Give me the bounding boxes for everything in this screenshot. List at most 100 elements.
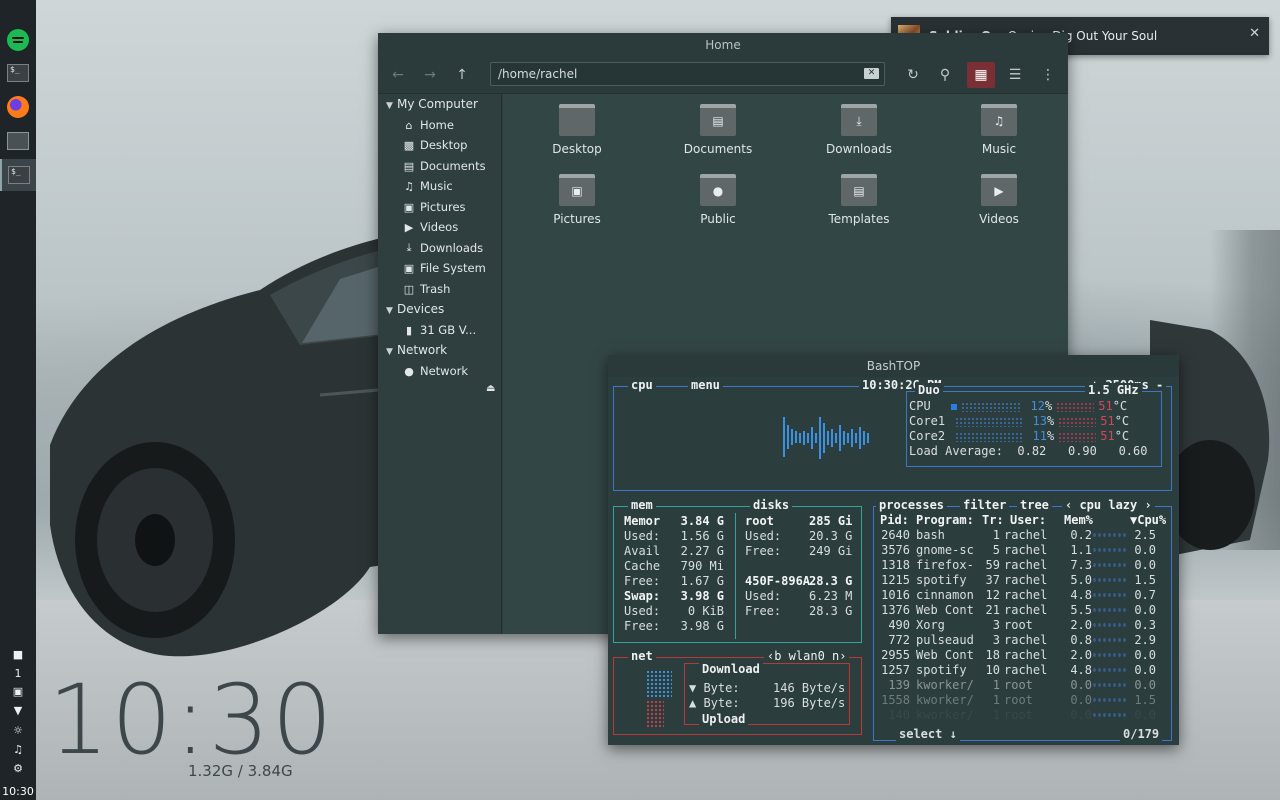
folder-documents[interactable]: ▤ Documents <box>668 104 768 156</box>
sort-selector[interactable]: ‹ cpu lazy › <box>1062 498 1155 512</box>
process-row[interactable]: 139 kworker/1 root 0.0 0.0 <box>880 678 1156 693</box>
sidebar-section-devices[interactable]: ▼ Devices <box>386 302 444 316</box>
process-row[interactable]: 3576 gnome-sc 5 rachel 1.1 0.0 <box>880 543 1156 558</box>
download-icon: ⤓ <box>406 241 412 254</box>
compact-view-button[interactable]: ⋮ <box>1034 62 1062 88</box>
folder-desktop[interactable]: Desktop <box>527 104 627 156</box>
terminal-launcher-active[interactable]: $_ <box>0 159 36 191</box>
screenshot-icon[interactable]: ▣ <box>0 685 36 698</box>
music-icon: ♫ <box>404 179 414 193</box>
upload-graph <box>646 700 664 728</box>
cpu-row-core2: Core2 11% 51°C <box>909 429 1130 443</box>
folder-documents-icon: ▤ <box>700 104 736 136</box>
sidebar-item-file-system[interactable]: ▣ File System <box>402 261 486 275</box>
process-row[interactable]: 490 Xorg 3 root 2.0 0.3 <box>880 618 1156 633</box>
sidebar-item-network[interactable]: ● Network <box>402 364 468 378</box>
menu-button[interactable]: menu <box>688 378 723 392</box>
process-table-header: Pid: Program: Tr: User: Mem% ▼Cpu% <box>880 513 1167 527</box>
folder-public[interactable]: ● Public <box>668 174 768 226</box>
sidebar-item-music[interactable]: ♫ Music <box>402 179 453 193</box>
spotify-icon <box>7 29 29 51</box>
download-rate: ▼ Byte: 146 Byte/s <box>689 681 846 695</box>
video-icon: ▶ <box>404 220 414 234</box>
toggle-location-button[interactable]: ↻ <box>899 62 927 88</box>
process-row[interactable]: 772 pulseaud 3 rachel 0.8 2.9 <box>880 633 1156 648</box>
folder-music[interactable]: ♫ Music <box>949 104 1049 156</box>
folder-downloads[interactable]: ⤓ Downloads <box>809 104 909 156</box>
close-icon[interactable]: ✕ <box>1249 26 1260 41</box>
process-row[interactable]: 1558 kworker/1 root 0.0 1.5 <box>880 693 1156 708</box>
folder-templates[interactable]: ▤ Templates <box>809 174 909 226</box>
drive-icon: ▣ <box>403 261 415 275</box>
music-icon[interactable]: ♫ <box>0 743 36 756</box>
icon-view-button[interactable]: ▦ <box>967 62 995 88</box>
sidebar-item-trash[interactable]: ◫ Trash <box>402 282 451 296</box>
sidebar-item-downloads[interactable]: ⤓ Downloads <box>402 241 484 255</box>
brightness-icon[interactable]: ☼ <box>0 724 36 737</box>
chevron-down-icon: ▼ <box>386 306 393 316</box>
sidebar-item-desktop[interactable]: ▩ Desktop <box>402 138 468 152</box>
home-icon: ⌂ <box>405 118 413 132</box>
sidebar-item-pictures[interactable]: ▣ Pictures <box>402 200 466 214</box>
back-button[interactable]: ← <box>384 62 412 88</box>
tray-clock[interactable]: 10:30 <box>0 785 36 798</box>
sidebar: ▼ My Computer ⌂ Home ▩ Desktop ▤ Documents ♫… <box>378 94 502 634</box>
firefox-launcher[interactable] <box>0 91 36 123</box>
eject-icon[interactable]: ⏏ <box>486 383 495 394</box>
filter-button[interactable]: filter <box>960 498 1010 512</box>
process-row[interactable]: 1215 spotify 37 rachel 5.0 1.5 <box>880 573 1156 588</box>
cpu-info-box: Duo 1.5 GHz CPU 12% 51°C Core1 13% 51°C Core… <box>906 383 1162 467</box>
select-button[interactable]: select ↓ <box>896 727 960 741</box>
sidebar-item-videos[interactable]: ▶ Videos <box>402 220 458 234</box>
disk-row <box>745 559 851 574</box>
upload-label: Upload <box>699 712 749 726</box>
folder-templates-icon: ▤ <box>841 174 877 206</box>
forward-button[interactable]: → <box>416 62 444 88</box>
process-row[interactable]: 1318 firefox- 59 rachel 7.3 0.0 <box>880 558 1156 573</box>
cpu-graph <box>783 417 869 459</box>
folder-public-icon: ● <box>700 174 736 206</box>
tree-toggle[interactable]: tree <box>1017 498 1052 512</box>
clear-path-icon[interactable]: ✕ <box>864 68 879 79</box>
cpu-panel: cpu menu 10:30:26 PM + 2500ms - Duo 1.5 … <box>613 378 1172 491</box>
sidebar-section-network[interactable]: ▼ Network <box>386 343 447 357</box>
spotify-launcher[interactable] <box>0 24 36 56</box>
process-row[interactable]: 2955 Web Cont 18 rachel 2.0 0.0 <box>880 648 1156 663</box>
picture-icon: ▣ <box>403 200 415 214</box>
load-average: Load Average: 0.82 0.90 0.60 <box>909 444 1148 458</box>
process-row[interactable]: 140 kworker/1 root 0.0 0.0 <box>880 708 1156 723</box>
sidebar-item-usb-drive[interactable]: ▮ 31 GB V... <box>402 323 476 337</box>
file-manager-launcher[interactable] <box>0 125 36 157</box>
path-input[interactable]: /home/rachel ✕ <box>490 62 885 86</box>
list-view-button[interactable]: ☰ <box>1001 62 1029 88</box>
folder-pictures[interactable]: ▣ Pictures <box>527 174 627 226</box>
chat-icon[interactable]: ■ <box>0 648 36 661</box>
upload-rate: ▲ Byte: 196 Byte/s <box>689 696 846 710</box>
search-button[interactable]: ⚲ <box>931 62 959 88</box>
cpu-label: cpu <box>628 378 656 392</box>
cpu-model: Duo <box>915 383 943 397</box>
up-button[interactable]: ↑ <box>448 62 476 88</box>
terminal-launcher[interactable]: $_ <box>0 57 36 89</box>
sidebar-item-documents[interactable]: ▤ Documents <box>402 159 486 173</box>
folder-pictures-icon: ▣ <box>559 174 595 206</box>
folder-videos[interactable]: ▶ Videos <box>949 174 1049 226</box>
sidebar-item-home[interactable]: ⌂ Home <box>402 118 454 132</box>
toolbar: ← → ↑ /home/rachel ✕ ↻ ⚲ ▦ ☰ ⋮ <box>378 58 1068 94</box>
sidebar-section-my-computer[interactable]: ▼ My Computer <box>386 97 478 111</box>
process-row[interactable]: 1376 Web Cont 21 rachel 5.5 0.0 <box>880 603 1156 618</box>
mem-panel: mem disks Memor 3.84 G Used: 1.56 G Avail 2.2… <box>613 498 862 643</box>
disk-row: root 285 Gi <box>745 514 853 528</box>
mem-row: Free: 3.98 G <box>624 619 724 633</box>
wifi-icon[interactable]: ▼ <box>0 704 36 717</box>
disk-row: Free: 249 Gi <box>745 544 853 558</box>
cpu-row-core1: Core1 13% 51°C <box>909 414 1130 428</box>
process-row[interactable]: 1257 spotify 10 rachel 4.8 0.0 <box>880 663 1156 678</box>
settings-icon[interactable]: ⚙ <box>0 762 36 775</box>
trash-icon: ◫ <box>403 282 415 296</box>
process-row[interactable]: 2640 bash 1 rachel 0.2 2.5 <box>880 528 1156 543</box>
process-row[interactable]: 1016 cinnamon 12 rachel 4.8 0.7 <box>880 588 1156 603</box>
globe-icon: ● <box>404 364 414 378</box>
net-interface[interactable]: ‹b wlan0 n› <box>764 649 850 663</box>
window-title: Home <box>378 33 1068 58</box>
